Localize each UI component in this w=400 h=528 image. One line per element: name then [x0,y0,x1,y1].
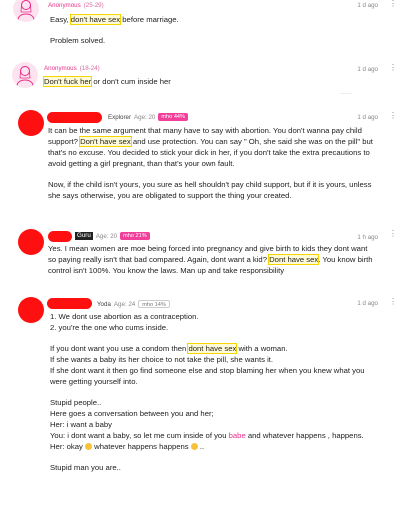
user-avatar[interactable] [18,297,44,323]
comment-body: Easy, don't have sex before marriage. Pr… [50,14,179,45]
comment-body: It can be the same argument that many ha… [48,126,373,200]
comment-time: 1 d ago [357,66,378,73]
user-age: Age: 20 [134,113,156,121]
comment-time: 1 d ago [357,2,378,9]
anonymous-avatar[interactable] [12,62,38,88]
author-name[interactable]: Anonymous [48,2,81,9]
grin-emoji-icon [190,443,198,450]
highlight: Don't fuck her [42,76,93,87]
comment-meta: Yoda Age: 24 mho 14% [97,300,170,308]
comment-time: 1 h ago [357,234,378,241]
grin-emoji-icon [85,443,93,450]
user-rank: Guru [75,232,93,240]
comment-time: 1 d ago [357,300,378,307]
pink-word: babe [228,431,246,440]
comment-meta: Anonymous (18-24) [44,65,100,72]
author-name[interactable]: Anonymous [44,65,77,72]
user-rank: Explorer [108,113,132,121]
comment-time: 1 d ago [357,114,378,121]
more-options-icon[interactable]: ⋮ [389,64,397,72]
highlight: don't have sex [69,14,122,25]
comment-body: 1. We dont use abortion as a contracepti… [50,312,365,472]
more-options-icon[interactable]: ⋮ [389,230,397,238]
divider [340,93,352,94]
comment-meta: Guru Age: 20 mho 21% [75,232,150,240]
anonymous-avatar[interactable] [13,0,39,22]
mho-badge: mho 14% [138,300,170,308]
highlight: dont have sex [187,343,238,354]
mho-badge: mho 44% [158,113,189,121]
user-rank: Yoda [97,300,111,308]
redacted-username [48,231,72,242]
comment-body: Yes. I mean women are moe being forced i… [48,244,373,275]
highlight: Dont have sex [268,254,320,265]
more-options-icon[interactable]: ⋮ [389,112,397,120]
redacted-username [47,112,102,123]
comment-body: Don't fuck her or don't cum inside her [42,76,171,87]
user-avatar[interactable] [18,229,44,255]
author-age: (25-29) [83,2,104,9]
user-age: Age: 20 [95,232,118,240]
redacted-username [47,298,92,309]
mho-badge: mho 21% [120,232,150,240]
more-options-icon[interactable]: ⋮ [389,0,397,8]
comment-meta: Explorer Age: 20 mho 44% [108,113,189,121]
author-age: (18-24) [79,65,100,72]
user-avatar[interactable] [18,110,44,136]
more-options-icon[interactable]: ⋮ [389,298,397,306]
comment-meta: Anonymous (25-29) [48,2,104,9]
user-age: Age: 24 [113,300,136,308]
highlight: Don't have sex [79,136,132,147]
